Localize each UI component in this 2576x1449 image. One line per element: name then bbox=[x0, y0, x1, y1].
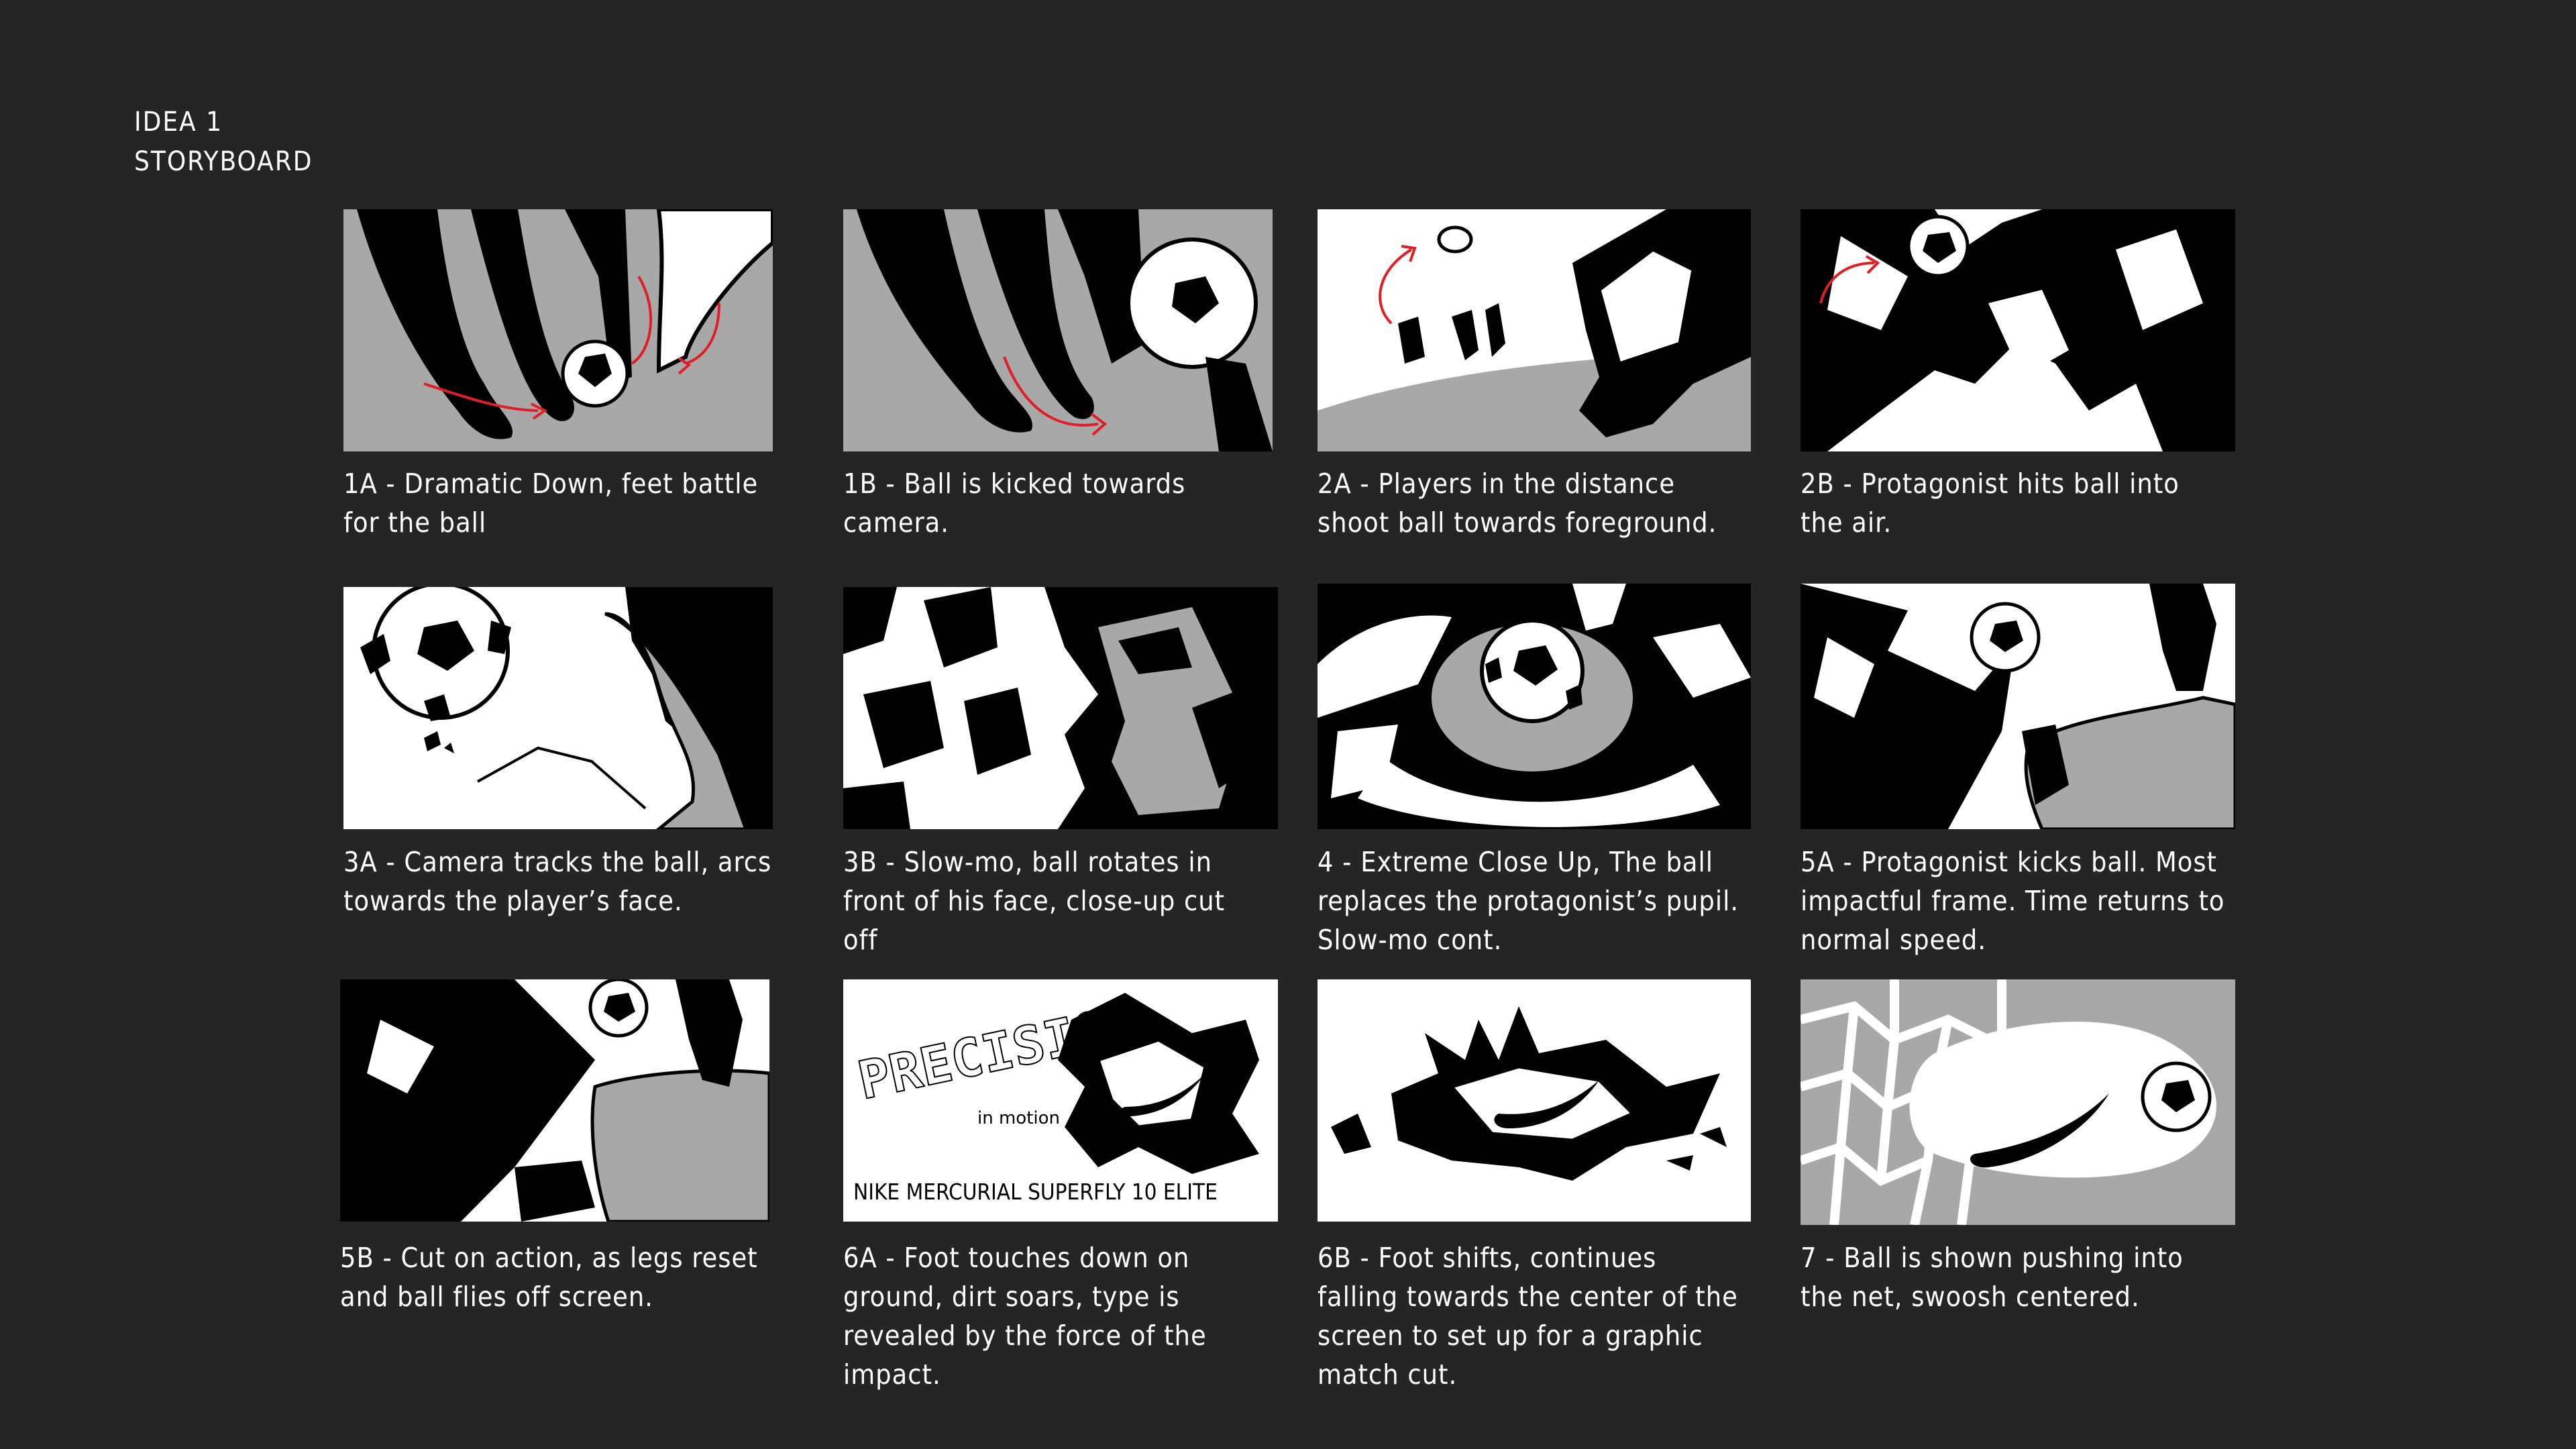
caption-line: 3A - Camera tracks the ball, arcs bbox=[343, 846, 772, 878]
frame-3b-illustration bbox=[843, 587, 1278, 829]
caption-line: 7 - Ball is shown pushing into bbox=[1801, 1242, 2184, 1274]
caption-line: revealed by the force of the bbox=[843, 1320, 1207, 1352]
frame-1a-illustration bbox=[343, 209, 773, 451]
caption-6b: 6B - Foot shifts, continues falling towa… bbox=[1318, 1238, 1738, 1394]
caption-line: 2A - Players in the distance bbox=[1318, 468, 1676, 500]
caption-line: ground, dirt soars, type is bbox=[843, 1281, 1180, 1313]
caption-line: off bbox=[843, 924, 878, 956]
caption-line: and ball flies off screen. bbox=[340, 1281, 653, 1313]
caption-line: falling towards the center of the bbox=[1318, 1281, 1738, 1313]
caption-line: 5B - Cut on action, as legs reset bbox=[340, 1242, 758, 1274]
frame-6b-illustration bbox=[1318, 979, 1751, 1222]
title-line-storyboard: STORYBOARD bbox=[134, 146, 313, 177]
caption-3b: 3B - Slow-mo, ball rotates in front of h… bbox=[843, 843, 1225, 959]
caption-5b: 5B - Cut on action, as legs reset and ba… bbox=[340, 1238, 758, 1316]
title-line-idea: IDEA 1 bbox=[134, 107, 223, 138]
caption-line: normal speed. bbox=[1801, 924, 1987, 956]
caption-line: impactful frame. Time returns to bbox=[1801, 885, 2225, 917]
caption-6a: 6A - Foot touches down on ground, dirt s… bbox=[843, 1238, 1207, 1394]
caption-line: Slow-mo cont. bbox=[1318, 924, 1503, 956]
frame-2b-illustration bbox=[1801, 209, 2235, 451]
caption-line: 2B - Protagonist hits ball into bbox=[1801, 468, 2180, 500]
caption-line: match cut. bbox=[1318, 1358, 1458, 1391]
caption-line: 1B - Ball is kicked towards bbox=[843, 468, 1186, 500]
frame-2a-illustration bbox=[1318, 209, 1751, 451]
caption-line: camera. bbox=[843, 506, 949, 539]
caption-line: impact. bbox=[843, 1358, 941, 1391]
caption-line: 6B - Foot shifts, continues bbox=[1318, 1242, 1657, 1274]
frame-6a-tagline-text: in motion bbox=[977, 1108, 1060, 1128]
page-title: IDEA 1 STORYBOARD bbox=[134, 103, 313, 182]
frame-3a-illustration bbox=[343, 587, 773, 829]
caption-line: the net, swoosh centered. bbox=[1801, 1281, 2140, 1313]
caption-4: 4 - Extreme Close Up, The ball replaces … bbox=[1318, 843, 1739, 959]
caption-line: shoot ball towards foreground. bbox=[1318, 506, 1717, 539]
caption-2a: 2A - Players in the distance shoot ball … bbox=[1318, 464, 1717, 542]
caption-line: screen to set up for a graphic bbox=[1318, 1320, 1703, 1352]
caption-line: 5A - Protagonist kicks ball. Most bbox=[1801, 846, 2218, 878]
caption-line: replaces the protagonist’s pupil. bbox=[1318, 885, 1739, 917]
caption-5a: 5A - Protagonist kicks ball. Most impact… bbox=[1801, 843, 2224, 959]
frame-6a-product-text: NIKE MERCURIAL SUPERFLY 10 ELITE bbox=[853, 1179, 1218, 1205]
caption-line: 1A - Dramatic Down, feet battle bbox=[343, 468, 759, 500]
frame-5a-illustration bbox=[1801, 584, 2235, 829]
frame-5b-illustration bbox=[340, 979, 769, 1222]
frame-6a-illustration: PRECISION in motion NIKE MERCURIAL SUPER… bbox=[843, 979, 1278, 1222]
caption-line: towards the player’s face. bbox=[343, 885, 683, 917]
caption-2b: 2B - Protagonist hits ball into the air. bbox=[1801, 464, 2180, 542]
caption-line: 6A - Foot touches down on bbox=[843, 1242, 1190, 1274]
frame-7-illustration bbox=[1801, 979, 2235, 1225]
caption-line: for the ball bbox=[343, 506, 487, 539]
caption-7: 7 - Ball is shown pushing into the net, … bbox=[1801, 1238, 2184, 1316]
caption-line: the air. bbox=[1801, 506, 1892, 539]
frame-1b-illustration bbox=[843, 209, 1273, 451]
caption-3a: 3A - Camera tracks the ball, arcs toward… bbox=[343, 843, 771, 920]
caption-1a: 1A - Dramatic Down, feet battle for the … bbox=[343, 464, 758, 542]
caption-line: 4 - Extreme Close Up, The ball bbox=[1318, 846, 1713, 878]
caption-1b: 1B - Ball is kicked towards camera. bbox=[843, 464, 1185, 542]
frame-4-illustration bbox=[1318, 584, 1751, 829]
caption-line: front of his face, close-up cut bbox=[843, 885, 1226, 917]
caption-line: 3B - Slow-mo, ball rotates in bbox=[843, 846, 1212, 878]
